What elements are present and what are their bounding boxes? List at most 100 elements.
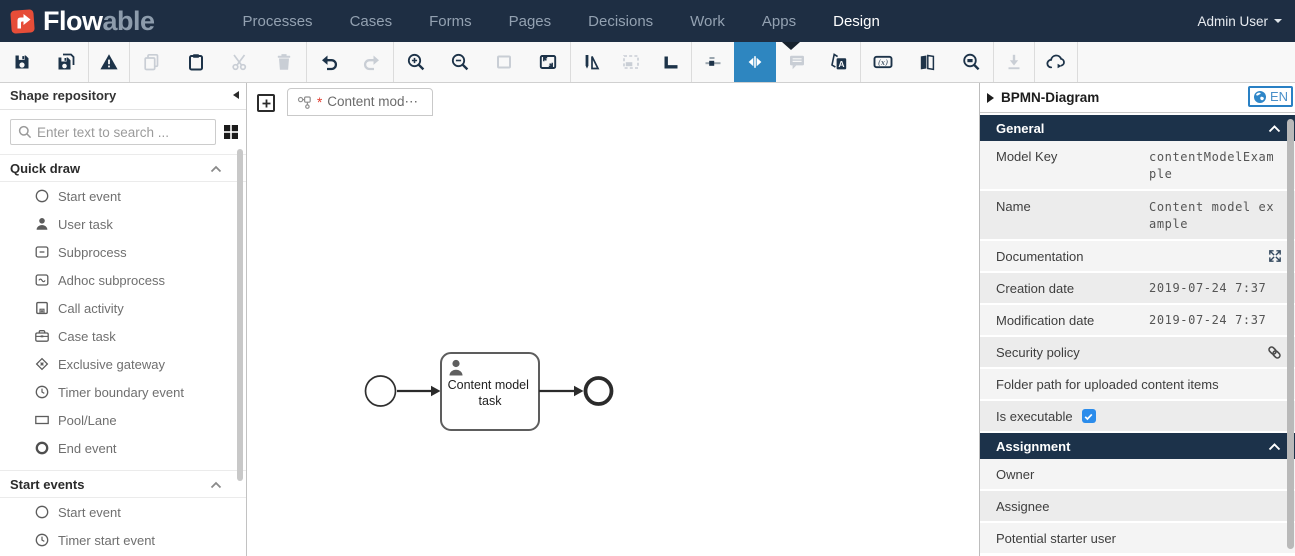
user-task-shape[interactable]: Content model task bbox=[440, 352, 540, 431]
zoom-out-button[interactable] bbox=[438, 42, 482, 82]
expand-panel-icon[interactable] bbox=[987, 92, 994, 103]
shape-item-start-event[interactable]: Start event bbox=[0, 182, 246, 210]
menu-item-design[interactable]: Design bbox=[833, 13, 880, 30]
user-name: Admin User bbox=[1197, 13, 1268, 29]
expand-icon[interactable] bbox=[1268, 249, 1282, 263]
menu-item-cases[interactable]: Cases bbox=[350, 13, 393, 30]
multi-select-button[interactable] bbox=[611, 42, 651, 82]
property-label: Owner bbox=[996, 466, 1035, 482]
shape-search-input[interactable] bbox=[37, 124, 215, 140]
shape-item-timer-boundary-event[interactable]: Timer boundary event bbox=[0, 378, 246, 406]
menu-item-decisions[interactable]: Decisions bbox=[588, 13, 653, 30]
sequence-flow-2[interactable] bbox=[539, 385, 584, 397]
end-event-shape[interactable] bbox=[583, 376, 614, 406]
delete-button[interactable] bbox=[262, 42, 306, 82]
menu-item-work[interactable]: Work bbox=[690, 13, 725, 30]
flowable-logo[interactable]: Flowable bbox=[10, 6, 155, 37]
shape-item-label: End event bbox=[58, 440, 117, 456]
chevron-down-icon bbox=[1274, 19, 1282, 23]
section-quick-draw[interactable]: Quick draw bbox=[0, 154, 246, 182]
section-title: Start events bbox=[10, 477, 85, 492]
property-row-owner[interactable]: Owner bbox=[980, 459, 1295, 489]
start-event-shape[interactable] bbox=[364, 375, 397, 407]
toolbar-separator bbox=[1077, 42, 1078, 82]
bendpoint-button[interactable] bbox=[651, 42, 691, 82]
menu-item-apps[interactable]: Apps bbox=[762, 13, 796, 30]
property-row-folder-path[interactable]: Folder path for uploaded content items bbox=[980, 369, 1295, 399]
user-menu[interactable]: Admin User bbox=[1197, 14, 1282, 29]
property-row-model-key[interactable]: Model Key contentModelExample bbox=[980, 141, 1295, 189]
find-button[interactable] bbox=[949, 42, 993, 82]
sidebar-scrollbar[interactable] bbox=[237, 149, 243, 481]
shape-item-timer-start-event[interactable]: Timer start event bbox=[0, 526, 246, 554]
glossary-button[interactable] bbox=[905, 42, 949, 82]
start-event-icon bbox=[35, 189, 49, 203]
save-button[interactable] bbox=[0, 42, 44, 82]
property-value: contentModelExample bbox=[1149, 150, 1275, 181]
pool-lane-icon bbox=[35, 415, 49, 425]
property-label: Folder path for uploaded content items bbox=[996, 376, 1219, 392]
align-button[interactable] bbox=[692, 42, 734, 82]
shape-item-call-activity[interactable]: Call activity bbox=[0, 294, 246, 322]
panel-title: BPMN-Diagram bbox=[1001, 90, 1100, 105]
translate-icon: A bbox=[831, 53, 847, 70]
zoom-actual-button[interactable] bbox=[482, 42, 526, 82]
check-icon bbox=[1084, 413, 1093, 420]
shape-repository-panel: Shape repository Quick draw Start event … bbox=[0, 83, 247, 556]
translate-button[interactable]: A bbox=[818, 42, 860, 82]
language-button[interactable]: EN bbox=[1247, 86, 1293, 107]
edit-draw-button[interactable] bbox=[571, 42, 611, 82]
shape-item-label: Subprocess bbox=[58, 244, 127, 260]
space-horizontal-button[interactable] bbox=[734, 42, 776, 82]
grid-view-button[interactable] bbox=[223, 124, 239, 140]
is-executable-checkbox[interactable] bbox=[1081, 409, 1096, 423]
redo-button[interactable] bbox=[350, 42, 393, 82]
property-row-creation-date[interactable]: Creation date 2019-07-24 7:37 bbox=[980, 273, 1295, 303]
shape-repository-header: Shape repository bbox=[0, 83, 246, 110]
save-all-button[interactable] bbox=[44, 42, 88, 82]
shape-item-label: Exclusive gateway bbox=[58, 356, 165, 372]
property-label: Creation date bbox=[996, 280, 1075, 296]
expression-button[interactable]: (x) bbox=[861, 42, 905, 82]
top-navbar: Flowable Processes Cases Forms Pages Dec… bbox=[0, 0, 1295, 42]
property-row-potential-starter-user[interactable]: Potential starter user bbox=[980, 523, 1295, 553]
panel-scrollbar[interactable] bbox=[1287, 119, 1294, 549]
shape-item-end-event[interactable]: End event bbox=[0, 434, 246, 462]
menu-item-processes[interactable]: Processes bbox=[243, 13, 313, 30]
validate-button[interactable] bbox=[89, 42, 129, 82]
property-row-security-policy[interactable]: Security policy bbox=[980, 337, 1295, 367]
download-button[interactable] bbox=[994, 42, 1034, 82]
diagram-canvas[interactable]: * Content mod⋯ Content model task bbox=[248, 83, 978, 556]
zoom-fit-button[interactable] bbox=[526, 42, 570, 82]
cut-button[interactable] bbox=[218, 42, 262, 82]
shape-item-start-event-2[interactable]: Start event bbox=[0, 498, 246, 526]
shape-item-adhoc-subprocess[interactable]: Adhoc subprocess bbox=[0, 266, 246, 294]
property-row-assignee[interactable]: Assignee bbox=[980, 491, 1295, 521]
copy-button[interactable] bbox=[130, 42, 174, 82]
link-icon[interactable] bbox=[1267, 345, 1282, 360]
property-label: Potential starter user bbox=[996, 530, 1116, 546]
shape-item-pool-lane[interactable]: Pool/Lane bbox=[0, 406, 246, 434]
property-row-documentation[interactable]: Documentation bbox=[980, 241, 1295, 271]
popup-arrow bbox=[782, 42, 800, 50]
shape-item-subprocess[interactable]: Subprocess bbox=[0, 238, 246, 266]
section-start-events[interactable]: Start events bbox=[0, 470, 246, 498]
section-assignment[interactable]: Assignment bbox=[980, 433, 1295, 459]
property-row-name[interactable]: Name Content model example bbox=[980, 191, 1295, 239]
collapse-sidebar-icon[interactable] bbox=[233, 91, 239, 99]
shape-item-user-task[interactable]: User task bbox=[0, 210, 246, 238]
property-row-is-executable[interactable]: Is executable bbox=[980, 401, 1295, 431]
section-general[interactable]: General bbox=[980, 115, 1295, 141]
sequence-flow-1[interactable] bbox=[397, 385, 441, 397]
shape-item-exclusive-gateway[interactable]: Exclusive gateway bbox=[0, 350, 246, 378]
deploy-button[interactable] bbox=[1035, 42, 1077, 82]
zoom-in-button[interactable] bbox=[394, 42, 438, 82]
paste-button[interactable] bbox=[174, 42, 218, 82]
undo-button[interactable] bbox=[307, 42, 350, 82]
menu-item-pages[interactable]: Pages bbox=[509, 13, 552, 30]
property-row-modification-date[interactable]: Modification date 2019-07-24 7:37 bbox=[980, 305, 1295, 335]
case-task-icon bbox=[35, 330, 49, 342]
shape-item-case-task[interactable]: Case task bbox=[0, 322, 246, 350]
properties-panel-header: BPMN-Diagram EN bbox=[980, 83, 1295, 113]
menu-item-forms[interactable]: Forms bbox=[429, 13, 472, 30]
